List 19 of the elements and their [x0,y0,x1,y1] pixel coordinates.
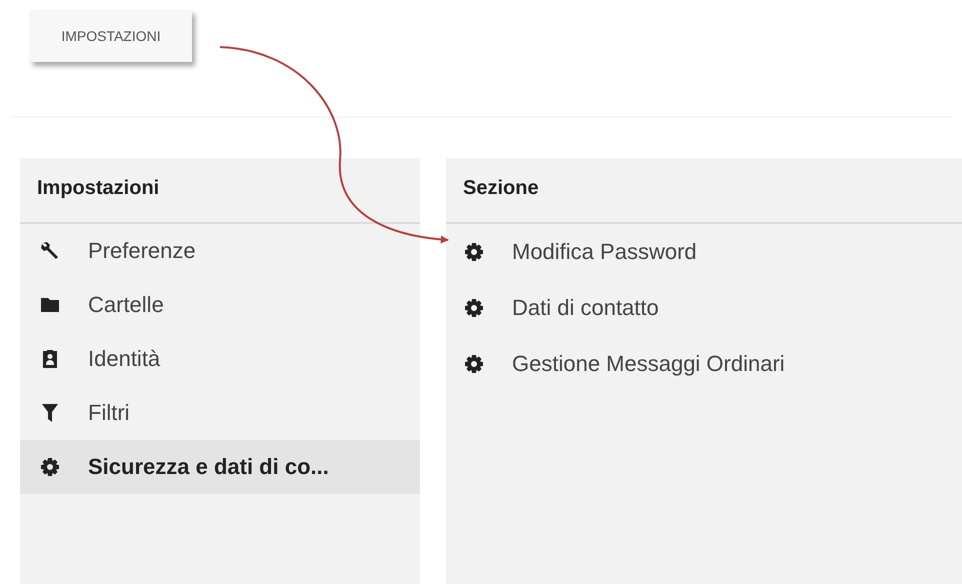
settings-icon [464,242,484,262]
settings-menu-item[interactable]: Filtri [20,386,420,440]
filter-icon [40,403,60,423]
settings-icon [464,354,484,374]
wrench-icon [40,241,60,261]
settings-icon [464,298,484,318]
settings-menu-item[interactable]: Identità [20,332,420,386]
settings-menu-item[interactable]: Cartelle [20,278,420,332]
settings-menu-item[interactable]: Preferenze [20,224,420,278]
section-menu-item[interactable]: Dati di contatto [446,280,962,336]
folder-icon [40,295,60,315]
settings-button[interactable]: IMPOSTAZIONI [30,10,192,62]
settings-icon [40,457,60,477]
panel-title: Impostazioni [20,158,420,224]
settings-menu-item[interactable]: Sicurezza e dati di co... [20,440,420,494]
id-badge-icon [40,349,60,369]
panel-title: Sezione [446,158,962,224]
section-menu-item[interactable]: Modifica Password [446,224,962,280]
section-menu-item[interactable]: Gestione Messaggi Ordinari [446,336,962,392]
